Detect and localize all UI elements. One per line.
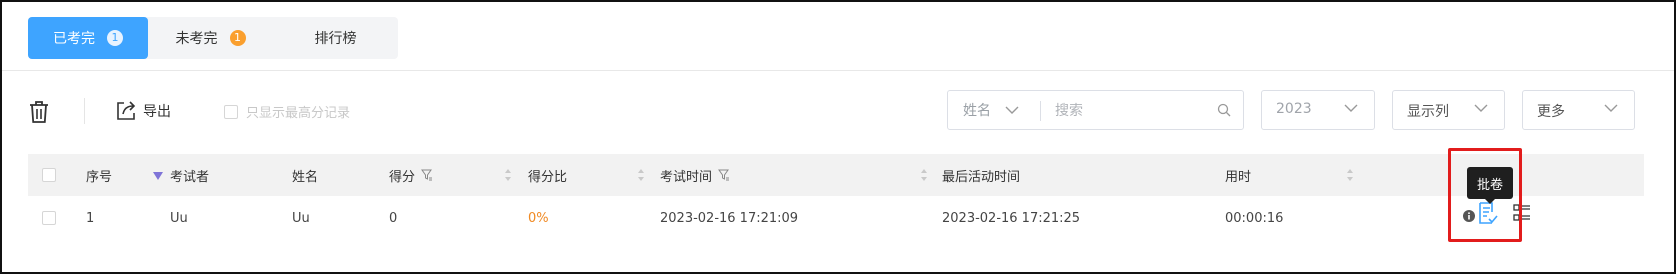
columns-select-value: 显示列 <box>1407 104 1449 120</box>
column-header-name[interactable]: 姓名 <box>292 154 318 196</box>
export-button[interactable]: 导出 <box>115 98 171 124</box>
year-select[interactable]: 2023 <box>1261 90 1375 130</box>
tab-leaderboard[interactable]: 排行榜 <box>273 17 398 59</box>
tab-incomplete[interactable]: 未考完 1 <box>148 17 273 59</box>
grade-paper-tooltip: 批卷 <box>1467 167 1513 204</box>
max-score-only-toggle[interactable]: 只显示最高分记录 <box>224 102 350 121</box>
sort-icon[interactable] <box>637 168 645 182</box>
column-header-duration[interactable]: 用时 <box>1225 154 1251 196</box>
select-all-checkbox-cell <box>42 154 56 196</box>
column-label-name: 姓名 <box>292 169 319 185</box>
column-header-exam-time[interactable]: 考试时间 <box>660 154 730 196</box>
sort-icon[interactable] <box>504 168 512 182</box>
max-score-only-checkbox[interactable] <box>224 104 238 119</box>
filter-icon[interactable] <box>718 169 730 181</box>
row-checkbox-cell <box>42 196 56 240</box>
cell-score: 0 <box>389 210 398 226</box>
cell-examinee: Uu <box>170 210 188 226</box>
more-select[interactable]: 更多 <box>1522 90 1635 130</box>
search-field-label: 姓名 <box>963 103 991 119</box>
column-header-index[interactable]: 序号 <box>86 154 112 196</box>
table-header: 序号 考试者 姓名 得分 得分比 考试时间 最后活动时间 用时 <box>28 154 1644 196</box>
more-select-value: 更多 <box>1537 104 1565 120</box>
column-label-exam-time: 考试时间 <box>660 169 713 185</box>
search-input[interactable] <box>1053 97 1207 125</box>
column-label-duration: 用时 <box>1225 169 1252 185</box>
column-label-index: 序号 <box>86 169 113 185</box>
max-score-only-label: 只显示最高分记录 <box>246 106 351 121</box>
tab-completed-label: 已考完 <box>53 31 95 47</box>
tab-completed[interactable]: 已考完 1 <box>28 17 148 59</box>
column-header-last-activity[interactable]: 最后活动时间 <box>942 154 1020 196</box>
select-all-checkbox[interactable] <box>42 168 56 182</box>
row-checkbox[interactable] <box>42 211 56 225</box>
export-label: 导出 <box>143 104 171 120</box>
export-icon <box>117 101 136 120</box>
cell-score-ratio: 0% <box>528 210 549 226</box>
chevron-down-icon <box>1005 106 1019 114</box>
tab-completed-badge: 1 <box>107 30 123 46</box>
sort-icon[interactable] <box>920 168 928 182</box>
cell-duration: 00:00:16 <box>1225 210 1284 226</box>
chevron-down-icon <box>1344 104 1358 112</box>
column-header-score[interactable]: 得分 <box>389 154 433 196</box>
column-header-examinee[interactable]: 考试者 <box>170 154 209 196</box>
divider <box>2 70 1674 71</box>
tab-incomplete-label: 未考完 <box>175 31 218 47</box>
column-label-score-ratio: 得分比 <box>528 169 568 185</box>
cell-exam-time: 2023-02-16 17:21:09 <box>660 210 799 226</box>
cell-index: 1 <box>86 210 95 226</box>
sort-icon[interactable] <box>1346 168 1354 182</box>
search-field-select[interactable]: 姓名 <box>963 91 1019 129</box>
tooltip-text: 批卷 <box>1476 177 1503 193</box>
column-label-last-activity: 最后活动时间 <box>942 169 1021 185</box>
tab-leaderboard-label: 排行榜 <box>314 31 357 47</box>
sort-desc-icon[interactable] <box>153 172 163 180</box>
columns-select[interactable]: 显示列 <box>1392 90 1505 130</box>
tab-incomplete-badge: 1 <box>229 30 246 46</box>
page-frame: 已考完 1 未考完 1 排行榜 导出 只显示最高分记录 姓名 搜索 2023 显… <box>0 0 1676 274</box>
column-label-examinee: 考试者 <box>170 169 210 185</box>
chevron-down-icon <box>1474 104 1488 112</box>
table-row: 1 Uu Uu 0 0% 2023-02-16 17:21:09 2023-02… <box>28 196 1644 240</box>
cell-last-activity: 2023-02-16 17:21:25 <box>942 210 1081 226</box>
trash-icon[interactable] <box>28 100 50 128</box>
chevron-down-icon <box>1604 104 1618 112</box>
toolbar-separator <box>84 98 85 124</box>
filter-icon[interactable] <box>421 169 433 181</box>
search-icon[interactable] <box>1217 103 1231 117</box>
column-header-score-ratio[interactable]: 得分比 <box>528 154 567 196</box>
tab-bar: 已考完 1 未考完 1 排行榜 <box>28 17 398 59</box>
column-label-score: 得分 <box>389 169 416 185</box>
search-box: 姓名 <box>947 90 1244 130</box>
cell-name: Uu <box>292 210 310 226</box>
year-select-value: 2023 <box>1276 101 1312 117</box>
search-separator <box>1040 101 1041 121</box>
